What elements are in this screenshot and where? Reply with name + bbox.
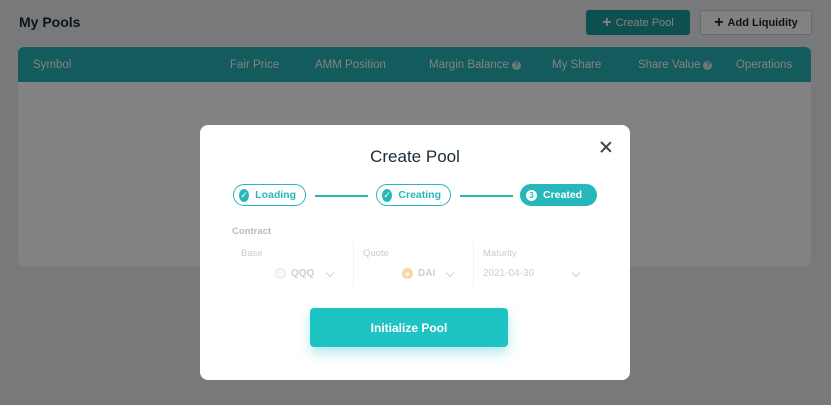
maturity-value: 2021-04-30 xyxy=(483,268,535,279)
base-label: Base xyxy=(241,248,263,259)
qqq-token-icon xyxy=(275,268,286,279)
quote-label: Quote xyxy=(363,248,389,259)
step-connector xyxy=(315,195,368,197)
dialog-title: Create Pool xyxy=(370,147,460,166)
divider xyxy=(473,242,474,286)
step-loading: ✓ Loading xyxy=(233,184,306,206)
base-value: QQQ xyxy=(291,268,315,279)
create-pool-dialog: Create Pool ✓ Loading ✓ Creating 3 Creat… xyxy=(200,125,630,380)
step-created: 3 Created xyxy=(520,184,597,206)
step-label: Created xyxy=(543,189,583,201)
step-label: Loading xyxy=(255,189,296,201)
step-label: Creating xyxy=(398,189,441,201)
maturity-label: Maturity xyxy=(483,248,517,259)
initialize-pool-button[interactable]: Initialize Pool xyxy=(310,308,508,347)
chevron-down-icon[interactable] xyxy=(445,268,455,278)
quote-select[interactable]: ◈ DAI xyxy=(402,268,435,279)
quote-value: DAI xyxy=(418,268,436,279)
maturity-select[interactable]: 2021-04-30 xyxy=(483,268,534,279)
chevron-down-icon[interactable] xyxy=(325,268,335,278)
contract-label: Contract xyxy=(232,226,272,237)
step-creating: ✓ Creating xyxy=(376,184,451,206)
step-connector xyxy=(460,195,513,197)
divider xyxy=(353,242,354,286)
check-icon: ✓ xyxy=(382,188,393,202)
step-number: 3 xyxy=(526,189,537,201)
chevron-down-icon[interactable] xyxy=(571,268,581,278)
close-icon[interactable] xyxy=(598,139,614,155)
dai-token-icon: ◈ xyxy=(402,268,413,279)
base-select[interactable]: QQQ xyxy=(275,268,314,279)
check-icon: ✓ xyxy=(239,188,250,202)
